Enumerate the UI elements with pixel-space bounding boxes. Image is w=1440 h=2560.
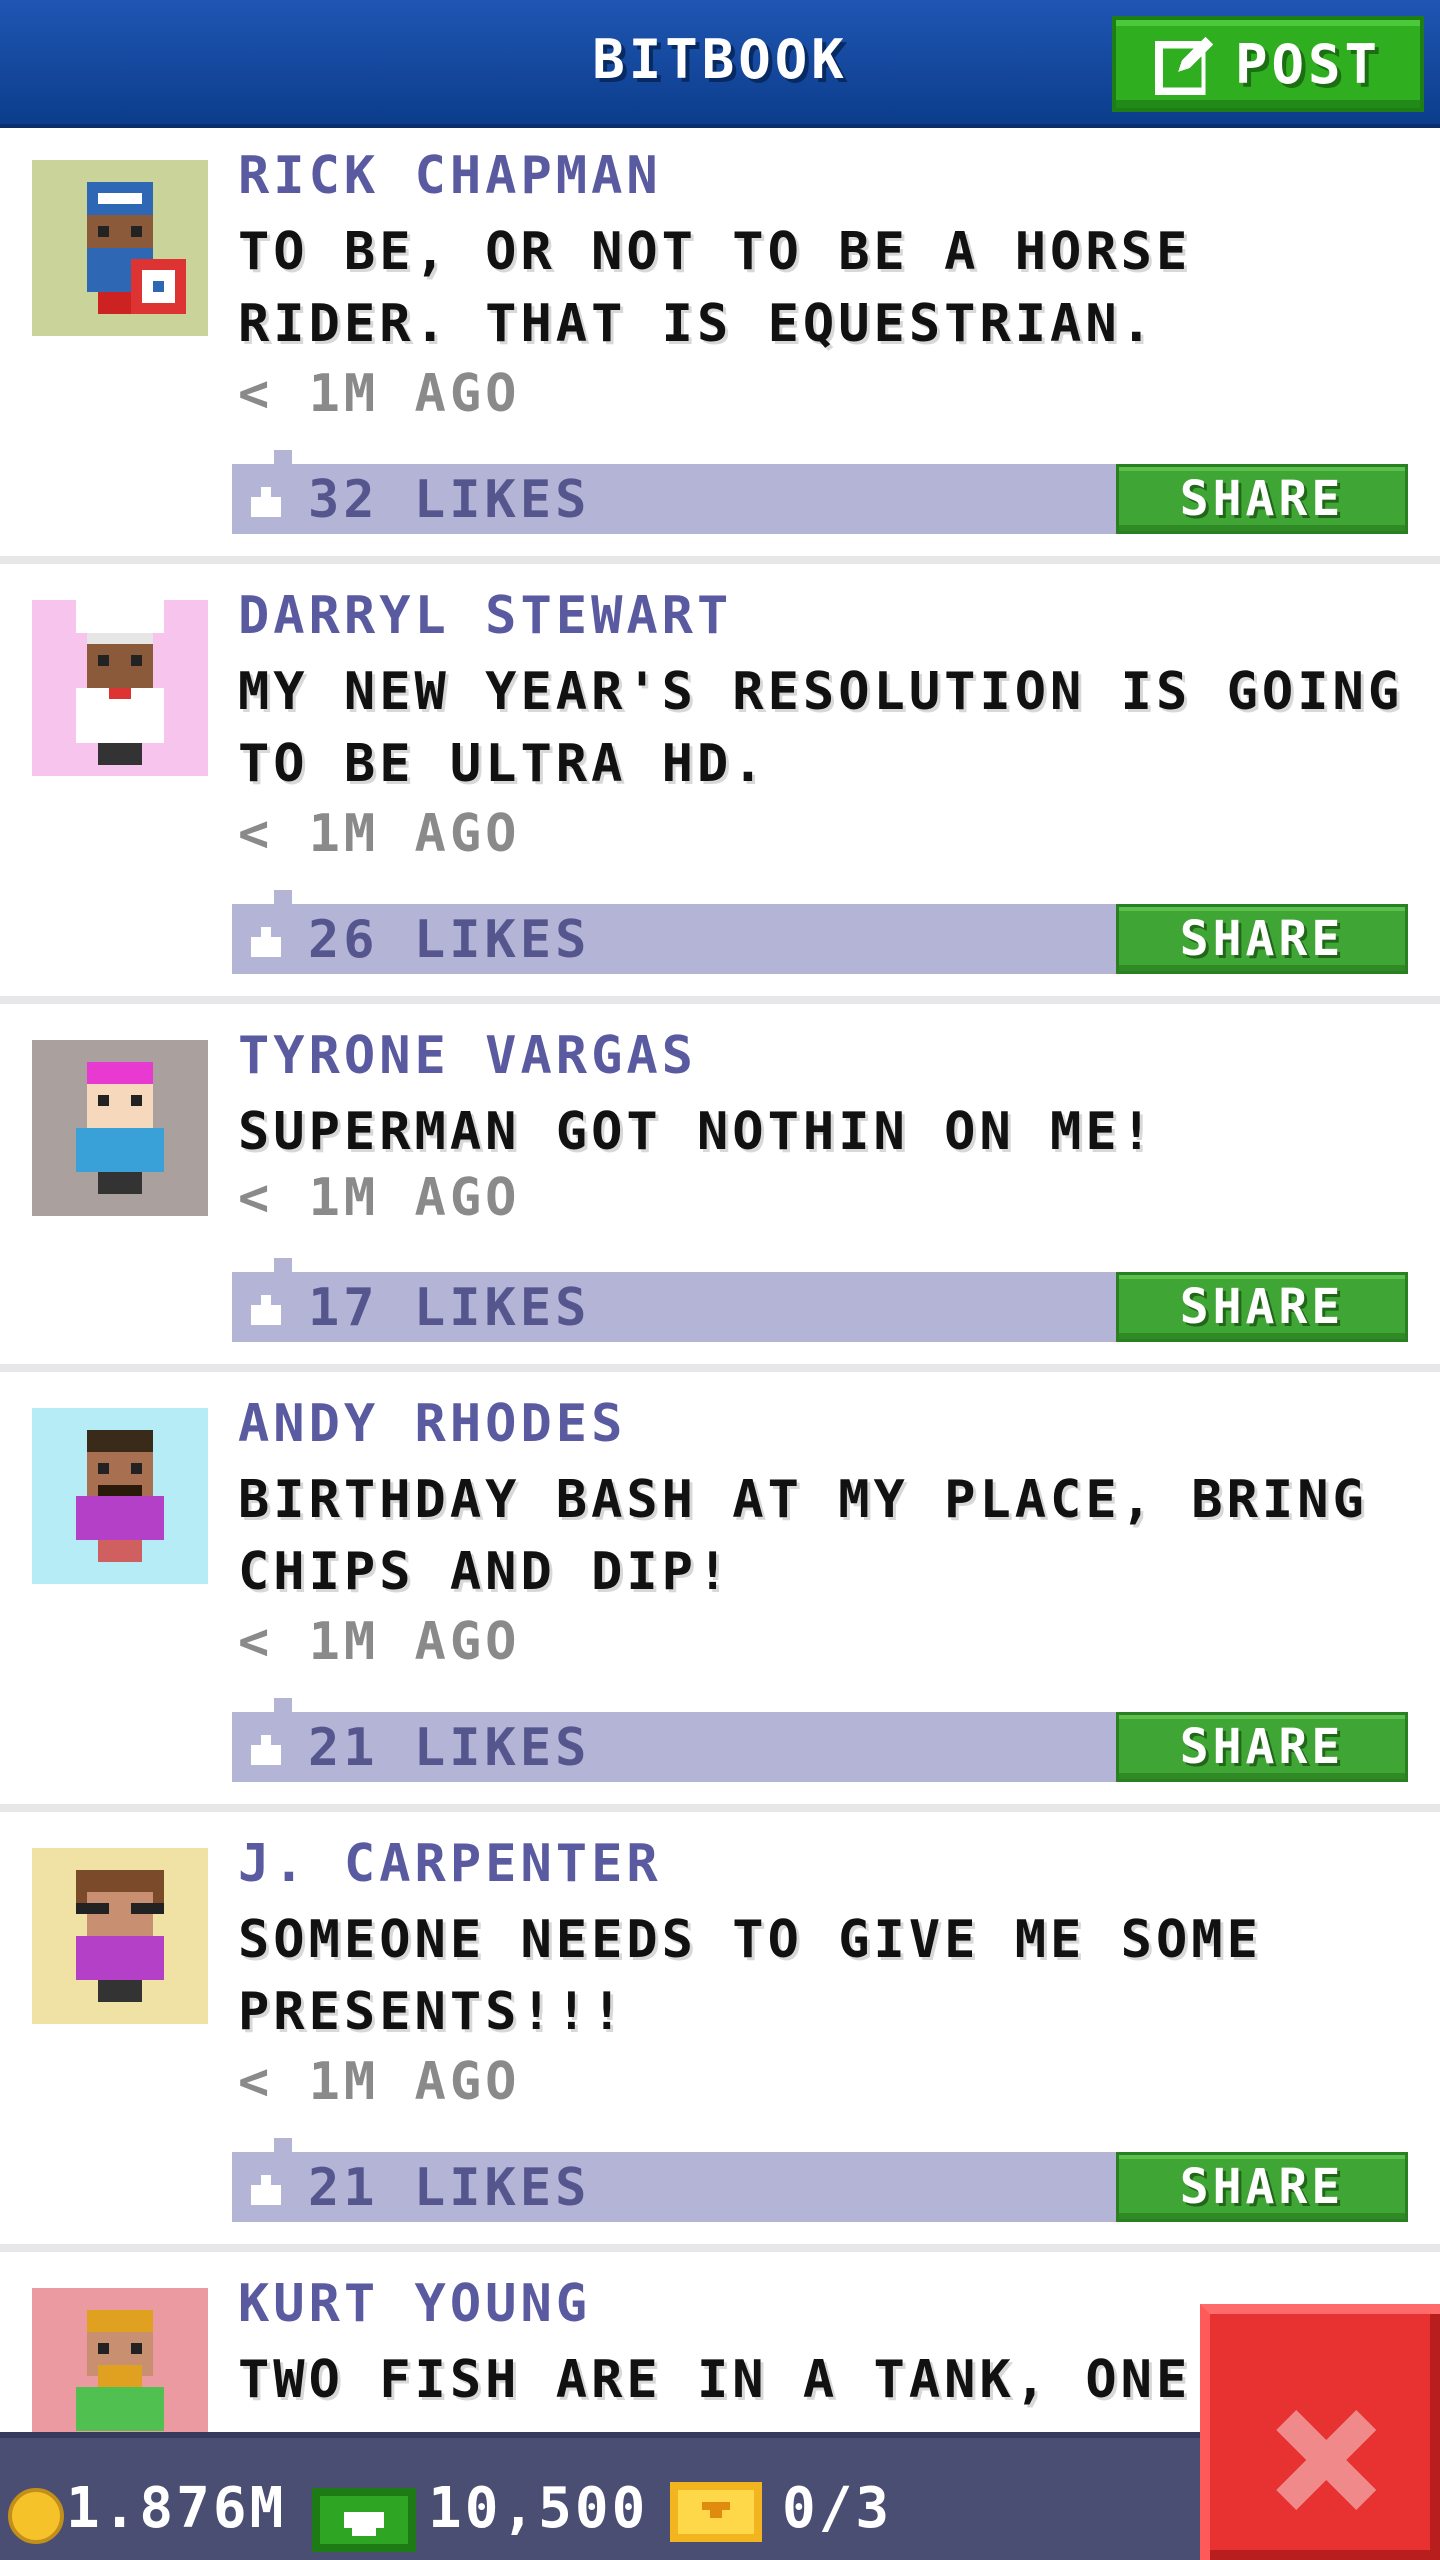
avatar-image xyxy=(32,1408,208,1584)
thumbs-up-icon xyxy=(251,487,281,517)
post-author[interactable]: KURT YOUNG xyxy=(238,2274,591,2334)
post-message: MY NEW YEAR'S RESOLUTION IS GOING TO BE … xyxy=(238,662,1404,794)
post-timestamp: < 1M AGO xyxy=(238,2052,521,2112)
likes-bar: 17 LIKES SHARE xyxy=(232,1258,1408,1342)
ticket-icon xyxy=(670,2482,762,2542)
avatar[interactable] xyxy=(32,160,208,336)
post-divider xyxy=(0,2244,1440,2252)
likes-bar: 21 LIKES SHARE xyxy=(232,2138,1408,2222)
avatar-image xyxy=(32,1848,208,2024)
post-message: SOMEONE NEEDS TO GIVE ME SOME PRESENTS!!… xyxy=(238,1910,1262,2042)
share-button[interactable]: SHARE xyxy=(1116,2152,1408,2222)
bux-icon xyxy=(312,2488,416,2552)
coin-icon xyxy=(8,2488,64,2544)
post-message: TO BE, OR NOT TO BE A HORSE RIDER. THAT … xyxy=(238,222,1192,354)
post-divider xyxy=(0,1364,1440,1372)
avatar[interactable] xyxy=(32,2288,208,2432)
share-button[interactable]: SHARE xyxy=(1116,904,1408,974)
thumbs-up-icon xyxy=(251,927,281,957)
avatar-image xyxy=(32,1040,208,1216)
thumbs-up-icon xyxy=(251,2175,281,2205)
share-button[interactable]: SHARE xyxy=(1116,1272,1408,1342)
avatar-image xyxy=(32,2288,208,2432)
post-divider xyxy=(0,556,1440,564)
post-author[interactable]: TYRONE VARGAS xyxy=(238,1026,697,1086)
likes-count[interactable]: 21 LIKES xyxy=(308,2158,590,2218)
post-timestamp: < 1M AGO xyxy=(238,804,521,864)
post-message: TWO FISH ARE IN A TANK, ONE T xyxy=(238,2350,1218,2410)
post-divider xyxy=(0,996,1440,1004)
post-button[interactable]: POST xyxy=(1112,16,1424,112)
avatar[interactable] xyxy=(32,1408,208,1584)
avatar-image xyxy=(32,160,208,336)
post-message: BIRTHDAY BASH AT MY PLACE, BRING CHIPS A… xyxy=(238,1470,1368,1602)
avatar[interactable] xyxy=(32,1848,208,2024)
tickets-amount: 0/3 xyxy=(782,2476,893,2541)
likes-count[interactable]: 21 LIKES xyxy=(308,1718,590,1778)
avatar[interactable] xyxy=(32,1040,208,1216)
app-header: BITBOOK POST xyxy=(0,0,1440,128)
bux-amount: 10,500 xyxy=(428,2476,649,2541)
avatar-image xyxy=(32,600,208,776)
likes-bar: 21 LIKES SHARE xyxy=(232,1698,1408,1782)
close-icon xyxy=(1276,2410,1376,2510)
likes-count[interactable]: 26 LIKES xyxy=(308,910,590,970)
post-timestamp: < 1M AGO xyxy=(238,1168,521,1228)
likes-count[interactable]: 17 LIKES xyxy=(308,1278,590,1338)
post-timestamp: < 1M AGO xyxy=(238,364,521,424)
post-author[interactable]: ANDY RHODES xyxy=(238,1394,626,1454)
post-button-label: POST xyxy=(1234,32,1382,96)
post-divider xyxy=(0,1804,1440,1812)
coins-amount: 1.876M xyxy=(66,2476,287,2541)
post-message: SUPERMAN GOT NOTHIN ON ME! xyxy=(238,1102,1156,1162)
likes-bar: 32 LIKES SHARE xyxy=(232,450,1408,534)
likes-bar: 26 LIKES SHARE xyxy=(232,890,1408,974)
thumbs-up-icon xyxy=(251,1735,281,1765)
avatar[interactable] xyxy=(32,600,208,776)
share-button[interactable]: SHARE xyxy=(1116,464,1408,534)
post-author[interactable]: RICK CHAPMAN xyxy=(238,146,662,206)
close-button[interactable] xyxy=(1200,2304,1440,2560)
post-timestamp: < 1M AGO xyxy=(238,1612,521,1672)
post-author[interactable]: J. CARPENTER xyxy=(238,1834,662,1894)
news-feed[interactable]: RICK CHAPMAN TO BE, OR NOT TO BE A HORSE… xyxy=(0,132,1440,2432)
edit-icon xyxy=(1154,36,1214,95)
share-button[interactable]: SHARE xyxy=(1116,1712,1408,1782)
post-author[interactable]: DARRYL STEWART xyxy=(238,586,732,646)
likes-count[interactable]: 32 LIKES xyxy=(308,470,590,530)
thumbs-up-icon xyxy=(251,1295,281,1325)
